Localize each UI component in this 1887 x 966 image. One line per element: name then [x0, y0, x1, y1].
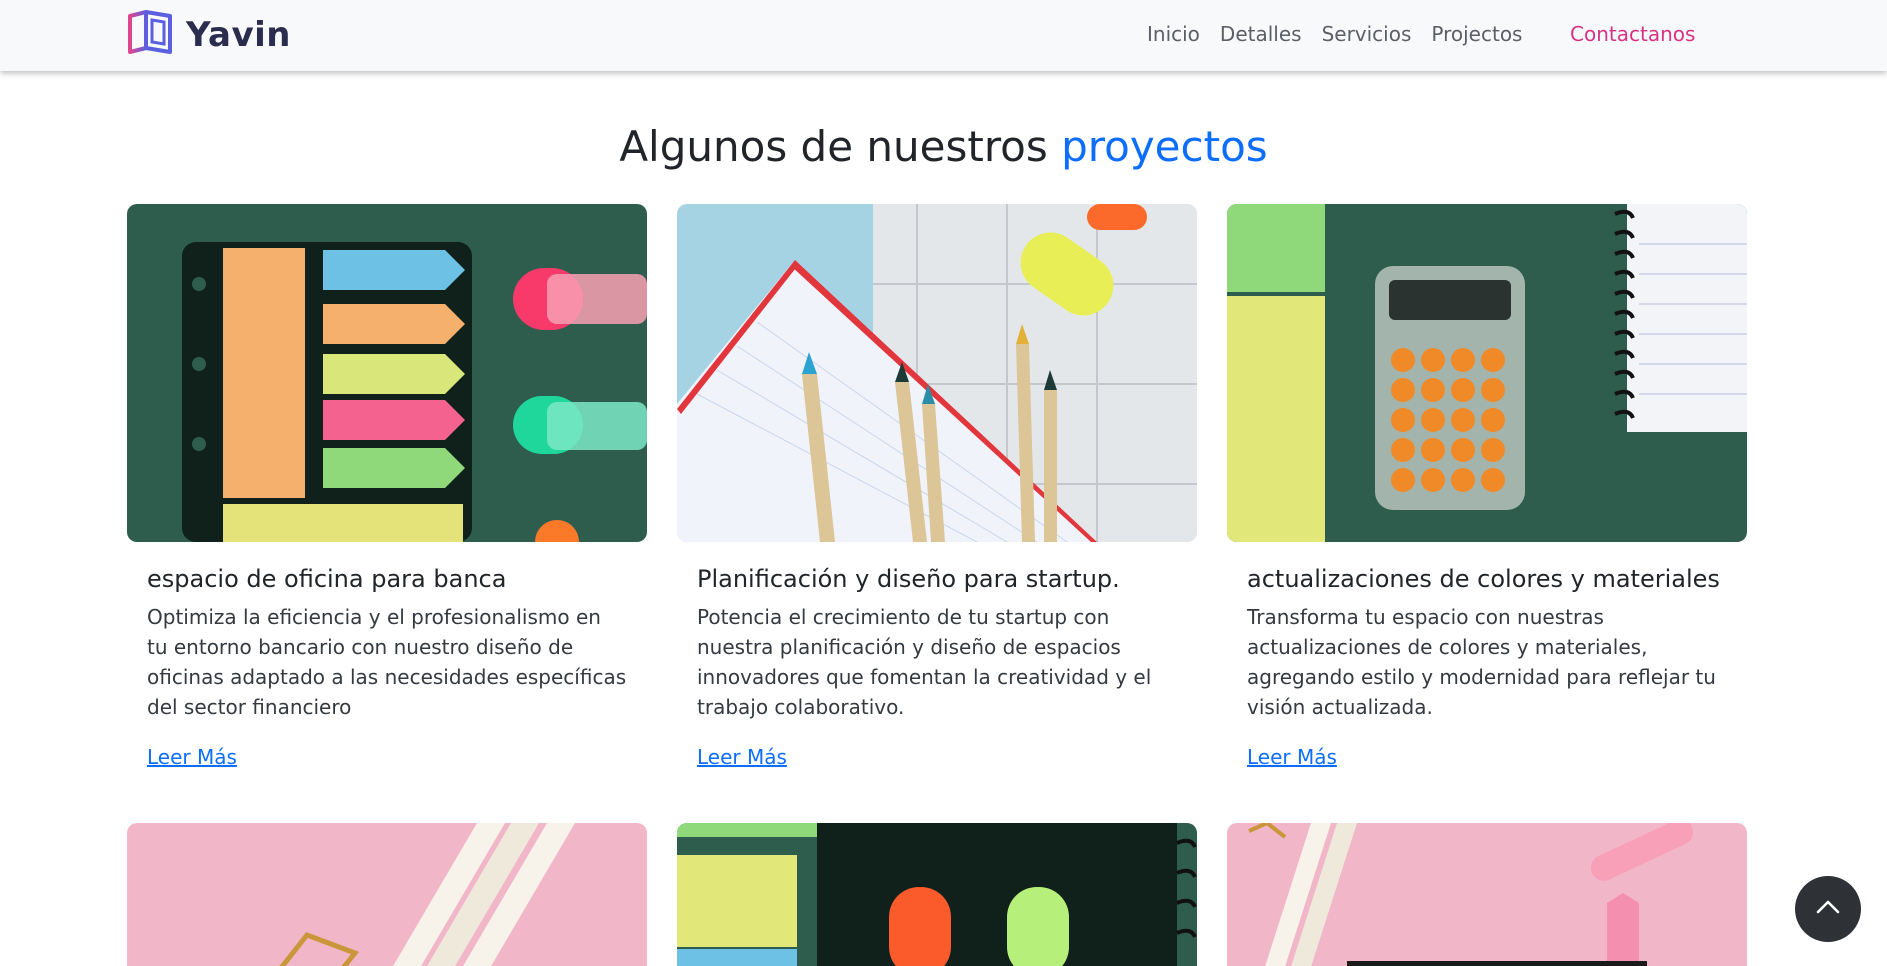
project-card-1: espacio de oficina para banca Optimiza l…	[127, 204, 647, 772]
card-image-calculator	[1227, 204, 1747, 542]
card-image-pencils	[677, 204, 1197, 542]
card-body: actualizaciones de colores y materiales …	[1227, 562, 1747, 772]
brand-name: Yavin	[186, 15, 291, 55]
read-more-link[interactable]: Leer Más	[147, 742, 237, 772]
card-body: Planificación y diseño para startup. Pot…	[677, 562, 1197, 772]
nav-link-detalles[interactable]: Detalles	[1220, 20, 1302, 48]
card-title: Planificación y diseño para startup.	[697, 565, 1120, 593]
nav-links: Inicio Detalles Servicios Projectos	[1147, 20, 1542, 48]
brand-logo-link[interactable]: Yavin	[126, 10, 291, 60]
nav-link-contactanos[interactable]: Contactanos	[1570, 20, 1695, 48]
section-title-accent: proyectos	[1061, 122, 1268, 171]
card-title: espacio de oficina para banca	[147, 565, 507, 593]
card-image-sticky-notes	[127, 204, 647, 542]
card-text: Potencia el crecimiento de tu startup co…	[697, 605, 1152, 719]
card-title: actualizaciones de colores y materiales	[1247, 565, 1720, 593]
chevron-up-icon	[1813, 892, 1843, 926]
back-to-top-button[interactable]	[1795, 876, 1861, 942]
navbar: Yavin Inicio Detalles Servicios Projecto…	[0, 0, 1887, 71]
read-more-link[interactable]: Leer Más	[697, 742, 787, 772]
section-title: Algunos de nuestros proyectos	[0, 122, 1887, 171]
nav-link-inicio[interactable]: Inicio	[1147, 20, 1200, 48]
card-image-pink-clip	[1227, 823, 1747, 966]
section-title-prefix: Algunos de nuestros	[619, 122, 1048, 171]
card-body: espacio de oficina para banca Optimiza l…	[127, 562, 647, 772]
project-card-3: actualizaciones de colores y materiales …	[1227, 204, 1747, 772]
card-image-green-markers	[677, 823, 1197, 966]
read-more-link[interactable]: Leer Más	[1247, 742, 1337, 772]
project-card-2: Planificación y diseño para startup. Pot…	[677, 204, 1197, 772]
nav-link-projectos[interactable]: Projectos	[1431, 20, 1522, 48]
card-text: Transforma tu espacio con nuestras actua…	[1247, 605, 1716, 719]
card-image-pink-pencils	[127, 823, 647, 966]
card-text: Optimiza la eficiencia y el profesionali…	[147, 605, 627, 719]
nav-link-servicios[interactable]: Servicios	[1322, 20, 1412, 48]
open-book-icon	[126, 10, 174, 60]
